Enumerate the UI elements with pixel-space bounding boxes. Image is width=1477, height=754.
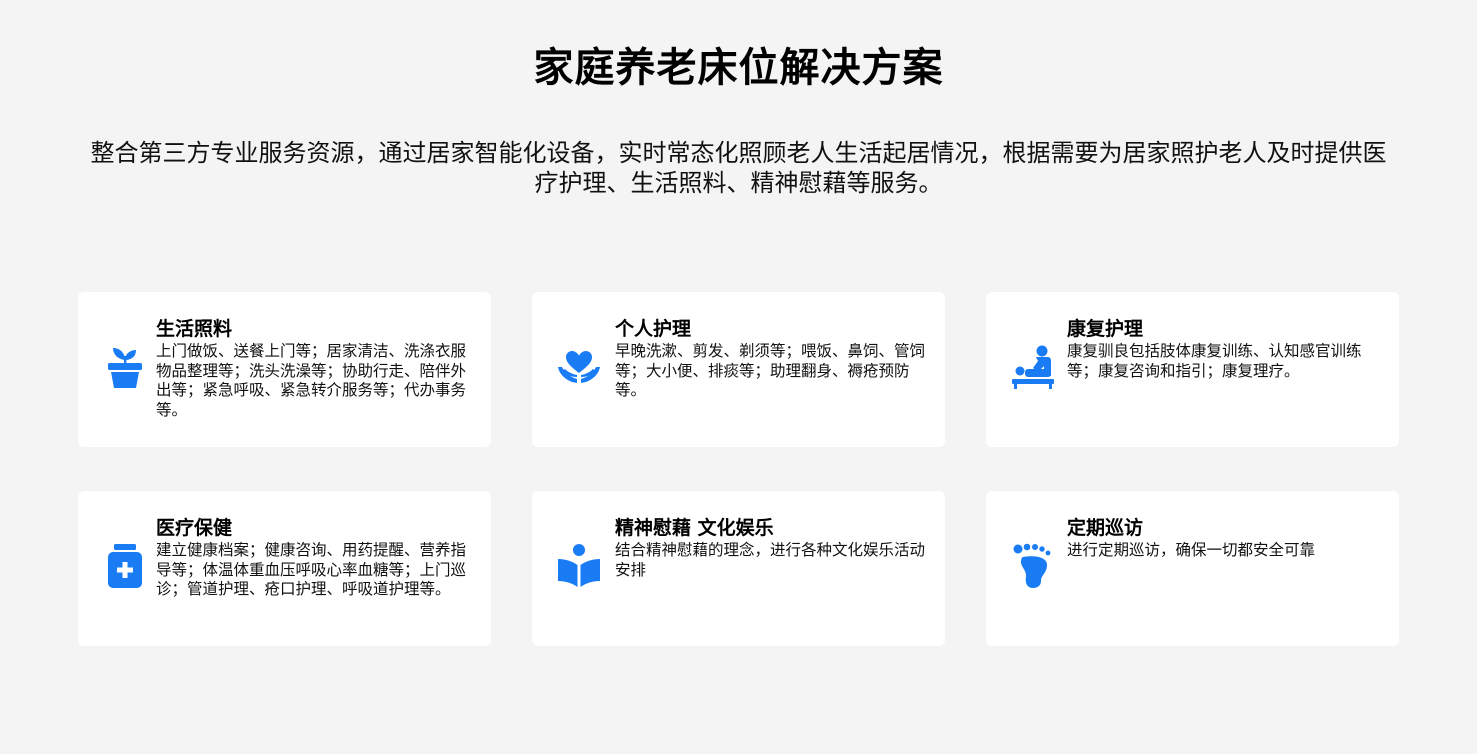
service-title: 定期巡访 <box>1067 517 1144 539</box>
service-description: 康复驯良包括肢体康复训练、认知感官训练等；康复咨询和指引；康复理疗。 <box>1067 342 1362 380</box>
service-card-daily-care: 生活照料 上门做饭、送餐上门等；居家清洁、洗涤衣服物品整理等；洗头洗澡等；协助行… <box>78 292 491 447</box>
service-title: 个人护理 <box>615 318 692 340</box>
service-title: 医疗保健 <box>156 517 233 539</box>
service-title: 精神慰藉 文化娱乐 <box>615 517 774 539</box>
plant-pot-icon <box>100 342 150 392</box>
service-card-spiritual-comfort: 精神慰藉 文化娱乐 结合精神慰藉的理念，进行各种文化娱乐活动安排 <box>532 491 945 646</box>
service-description: 上门做饭、送餐上门等；居家清洁、洗涤衣服物品整理等；洗头洗澡等；协助行走、陪伴外… <box>156 342 467 419</box>
service-title: 康复护理 <box>1067 318 1144 340</box>
service-title: 生活照料 <box>156 318 233 340</box>
service-description: 建立健康档案；健康咨询、用药提醒、营养指导等；体温体重血压呼吸心率血糖等；上门巡… <box>156 541 467 598</box>
service-card-medical-care: 医疗保健 建立健康档案；健康咨询、用药提醒、营养指导等；体温体重血压呼吸心率血糖… <box>78 491 491 646</box>
service-description: 结合精神慰藉的理念，进行各种文化娱乐活动安排 <box>615 541 926 579</box>
service-card-rehab-care: 康复护理 康复驯良包括肢体康复训练、认知感官训练等；康复咨询和指引；康复理疗。 <box>986 292 1399 447</box>
page-title: 家庭养老床位解决方案 <box>533 45 944 91</box>
page-description: 整合第三方专业服务资源，通过居家智能化设备，实时常态化照顾老人生活起居情况，根据… <box>90 139 1387 197</box>
reading-book-icon <box>554 541 604 591</box>
service-card-personal-care: 个人护理 早晚洗漱、剪发、剃须等；喂饭、鼻饲、管饲等；大小便、排痰等；助理翻身、… <box>532 292 945 447</box>
service-card-regular-visit: 定期巡访 进行定期巡访，确保一切都安全可靠 <box>986 491 1399 646</box>
footprint-icon <box>1008 541 1058 591</box>
hands-heart-icon <box>554 342 604 392</box>
service-description: 进行定期巡访，确保一切都安全可靠 <box>1067 541 1316 559</box>
massage-icon <box>1008 342 1058 392</box>
medicine-bottle-icon <box>100 541 150 591</box>
service-description: 早晚洗漱、剪发、剃须等；喂饭、鼻饲、管饲等；大小便、排痰等；助理翻身、褥疮预防等… <box>615 342 926 399</box>
